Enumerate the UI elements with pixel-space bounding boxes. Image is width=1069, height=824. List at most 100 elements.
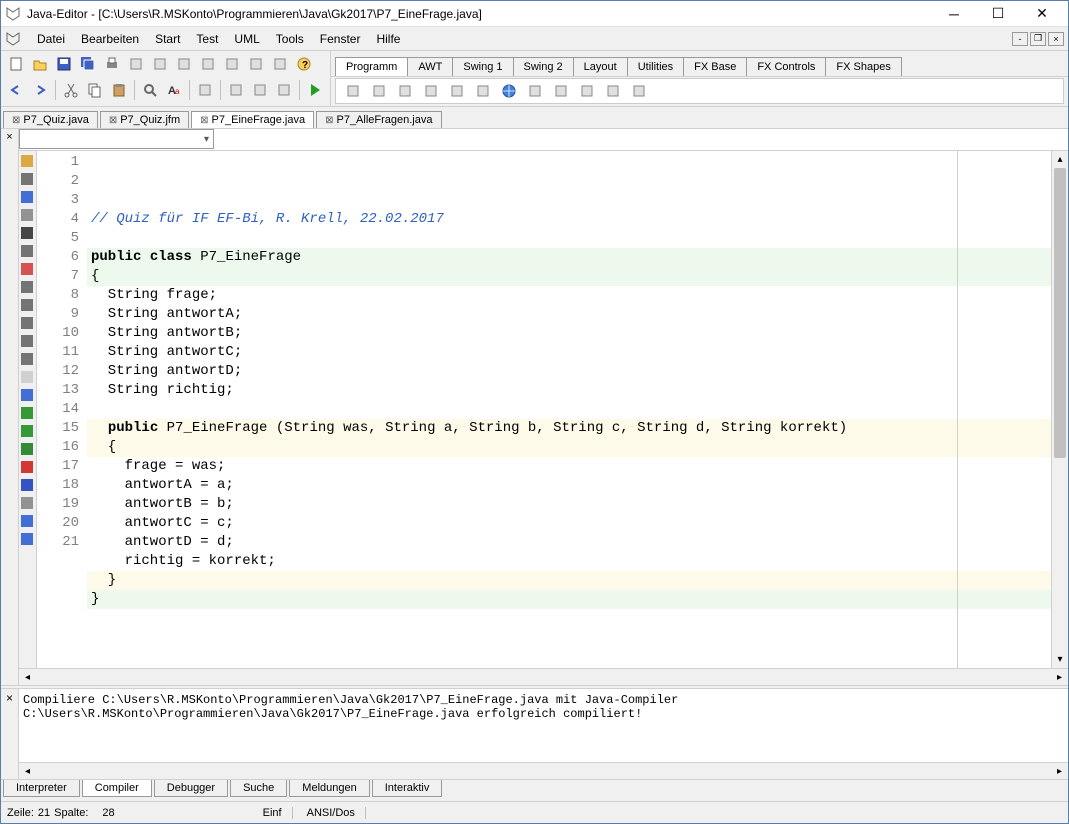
code-line-3[interactable]: public class P7_EineFrage bbox=[87, 248, 1051, 267]
scroll-left-button[interactable]: ◂ bbox=[19, 669, 36, 686]
indent-button[interactable] bbox=[197, 53, 219, 75]
side-table2-button[interactable] bbox=[19, 297, 35, 313]
watch-button[interactable] bbox=[273, 79, 295, 101]
cut-button[interactable] bbox=[60, 79, 82, 101]
close-console-button[interactable]: × bbox=[6, 691, 13, 705]
menu-uml[interactable]: UML bbox=[226, 29, 267, 49]
code-line-9[interactable]: String antwortD; bbox=[87, 362, 1051, 381]
code-line-18[interactable]: antwortD = d; bbox=[87, 533, 1051, 552]
component-frame-s-button[interactable] bbox=[550, 80, 572, 102]
code-line-21[interactable]: } bbox=[87, 590, 1051, 609]
side-hash-button[interactable] bbox=[19, 531, 35, 547]
side-table4-button[interactable] bbox=[19, 333, 35, 349]
component-tab-programm[interactable]: Programm bbox=[335, 57, 408, 76]
close-tab-icon[interactable]: ⊠ bbox=[325, 115, 333, 126]
horizontal-scrollbar[interactable]: ◂ ▸ bbox=[19, 668, 1068, 685]
copy-form-button[interactable] bbox=[149, 53, 171, 75]
component-tab-awt[interactable]: AWT bbox=[407, 57, 453, 76]
outdent-button[interactable] bbox=[221, 53, 243, 75]
bottom-tab-suche[interactable]: Suche bbox=[230, 780, 287, 797]
component-frame-t-button[interactable] bbox=[576, 80, 598, 102]
side-bug-button[interactable] bbox=[19, 441, 35, 457]
component-tab-swing-1[interactable]: Swing 1 bbox=[452, 57, 513, 76]
side-table5-button[interactable] bbox=[19, 351, 35, 367]
close-tab-icon[interactable]: ⊠ bbox=[109, 115, 117, 126]
find-button[interactable] bbox=[139, 79, 161, 101]
menu-datei[interactable]: Datei bbox=[29, 29, 73, 49]
component-panel-button[interactable] bbox=[394, 80, 416, 102]
member-dropdown[interactable] bbox=[19, 129, 214, 149]
struct-button[interactable] bbox=[173, 53, 195, 75]
mdi-close-button[interactable]: × bbox=[1048, 32, 1064, 46]
mdi-restore-button[interactable]: ❐ bbox=[1030, 32, 1046, 46]
scroll-up-button[interactable]: ▴ bbox=[1052, 151, 1068, 168]
side-dots-button[interactable] bbox=[19, 243, 35, 259]
console-scroll-left[interactable]: ◂ bbox=[19, 763, 36, 780]
side-rect-button[interactable] bbox=[19, 171, 35, 187]
code-line-19[interactable]: richtig = korrekt; bbox=[87, 552, 1051, 571]
scroll-right-button[interactable]: ▸ bbox=[1051, 669, 1068, 686]
bottom-tab-debugger[interactable]: Debugger bbox=[154, 780, 228, 797]
code-content[interactable]: // Quiz für IF EF-Bi, R. Krell, 22.02.20… bbox=[87, 151, 1051, 668]
component-frame-l-button[interactable] bbox=[446, 80, 468, 102]
side-white-button[interactable] bbox=[19, 369, 35, 385]
code-line-12[interactable]: public P7_EineFrage (String was, String … bbox=[87, 419, 1051, 438]
mdi-minimize-button[interactable]: - bbox=[1012, 32, 1028, 46]
paste-button[interactable] bbox=[108, 79, 130, 101]
save-button[interactable] bbox=[53, 53, 75, 75]
side-bars-button[interactable] bbox=[19, 261, 35, 277]
side-table3-button[interactable] bbox=[19, 315, 35, 331]
side-blue-rect-button[interactable] bbox=[19, 189, 35, 205]
code-line-5[interactable]: String frage; bbox=[87, 286, 1051, 305]
code-line-16[interactable]: antwortB = b; bbox=[87, 495, 1051, 514]
bookmark-button[interactable] bbox=[225, 79, 247, 101]
side-gray-rect-button[interactable] bbox=[19, 207, 35, 223]
open-button[interactable] bbox=[29, 53, 51, 75]
code-line-2[interactable] bbox=[87, 229, 1051, 248]
console-output[interactable]: Compiliere C:\Users\R.MSKonto\Programmie… bbox=[19, 689, 1068, 762]
component-tab-fx-shapes[interactable]: FX Shapes bbox=[825, 57, 901, 76]
close-button[interactable]: ✕ bbox=[1020, 1, 1064, 27]
copy-button[interactable] bbox=[84, 79, 106, 101]
code-line-11[interactable] bbox=[87, 400, 1051, 419]
component-tab-swing-2[interactable]: Swing 2 bbox=[513, 57, 574, 76]
code-line-4[interactable]: { bbox=[87, 267, 1051, 286]
console-hscrollbar[interactable]: ◂ ▸ bbox=[19, 762, 1068, 779]
close-tab-icon[interactable]: ⊠ bbox=[200, 115, 208, 126]
maximize-button[interactable]: ☐ bbox=[976, 1, 1020, 27]
component-open-file-button[interactable] bbox=[368, 80, 390, 102]
scroll-down-button[interactable]: ▾ bbox=[1052, 651, 1068, 668]
side-green2-button[interactable] bbox=[19, 423, 35, 439]
component-fx-button[interactable] bbox=[628, 80, 650, 102]
component-tab-layout[interactable]: Layout bbox=[573, 57, 628, 76]
menu-fenster[interactable]: Fenster bbox=[312, 29, 369, 49]
bottom-tab-meldungen[interactable]: Meldungen bbox=[289, 780, 369, 797]
component-panel2-button[interactable] bbox=[524, 80, 546, 102]
bottom-tab-interpreter[interactable]: Interpreter bbox=[3, 780, 80, 797]
menu-start[interactable]: Start bbox=[147, 29, 188, 49]
component-tab-fx-controls[interactable]: FX Controls bbox=[746, 57, 826, 76]
goto-button[interactable] bbox=[194, 79, 216, 101]
component-globe-button[interactable] bbox=[498, 80, 520, 102]
code-line-7[interactable]: String antwortB; bbox=[87, 324, 1051, 343]
component-black-panel-button[interactable] bbox=[420, 80, 442, 102]
component-frame-r-button[interactable] bbox=[472, 80, 494, 102]
scroll-thumb[interactable] bbox=[1054, 168, 1066, 458]
code-line-13[interactable]: { bbox=[87, 438, 1051, 457]
code-line-8[interactable]: String antwortC; bbox=[87, 343, 1051, 362]
file-tab-p7_quiz-java[interactable]: ⊠P7_Quiz.java bbox=[3, 111, 98, 128]
side-green-button[interactable] bbox=[19, 405, 35, 421]
menu-bearbeiten[interactable]: Bearbeiten bbox=[73, 29, 147, 49]
side-slash-button[interactable] bbox=[19, 387, 35, 403]
run-config-button[interactable] bbox=[269, 53, 291, 75]
vertical-scrollbar[interactable]: ▴ ▾ bbox=[1051, 151, 1068, 668]
component-globe2-button[interactable] bbox=[602, 80, 624, 102]
code-line-15[interactable]: antwortA = a; bbox=[87, 476, 1051, 495]
code-line-1[interactable]: // Quiz für IF EF-Bi, R. Krell, 22.02.20… bbox=[87, 210, 1051, 229]
minimize-button[interactable]: ─ bbox=[932, 1, 976, 27]
save-all-button[interactable] bbox=[77, 53, 99, 75]
file-tab-p7_einefrage-java[interactable]: ⊠P7_EineFrage.java bbox=[191, 111, 314, 128]
code-line-20[interactable]: } bbox=[87, 571, 1051, 590]
undo-list-button[interactable] bbox=[125, 53, 147, 75]
menu-hilfe[interactable]: Hilfe bbox=[368, 29, 408, 49]
